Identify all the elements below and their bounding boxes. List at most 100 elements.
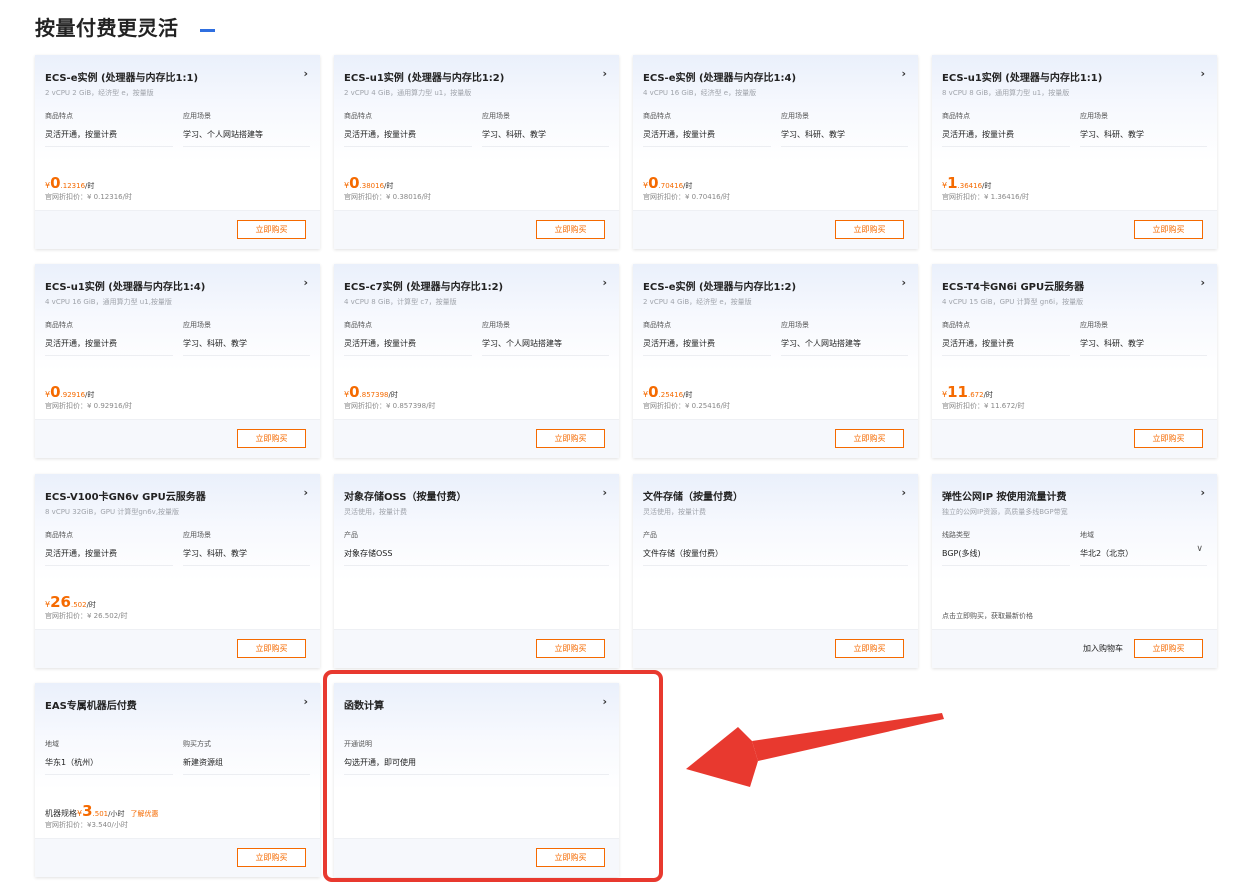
card-title: 弹性公网IP 按使用流量计费 — [942, 492, 1067, 503]
product-card[interactable]: EAS专属机器后付费 › 地域 华东1（杭州） 购买方式 新建资源组 机器规格¥3.… — [35, 683, 320, 877]
field-value: 灵活开通，按量计费 — [45, 339, 117, 348]
product-card[interactable]: ECS-u1实例 (处理器与内存比1:4) 4 vCPU 16 GiB，通用算力… — [35, 264, 320, 458]
official-price: 官网折扣价：¥ 0.25416/时 — [643, 402, 730, 410]
chevron-right-icon[interactable]: › — [602, 695, 607, 708]
buy-now-button[interactable]: 立即购买 — [237, 220, 306, 239]
chevron-right-icon[interactable]: › — [602, 486, 607, 499]
buy-now-button[interactable]: 立即购买 — [237, 429, 306, 448]
card-subtitle: 2 vCPU 4 GiB，通用算力型 u1，按量版 — [344, 89, 472, 97]
field-label: 商品特点 — [643, 321, 671, 329]
official-price: 官网折扣价：¥ 0.12316/时 — [45, 193, 132, 201]
chevron-right-icon[interactable]: › — [303, 486, 308, 499]
chevron-right-icon[interactable]: › — [602, 276, 607, 289]
product-card[interactable]: ECS-T4卡GN6i GPU云服务器 4 vCPU 15 GiB，GPU 计算… — [932, 264, 1217, 458]
field-value: 学习、个人网站搭建等 — [482, 339, 562, 348]
price: ¥11.672/时 — [942, 383, 993, 401]
field-label: 商品特点 — [344, 321, 372, 329]
buy-now-button[interactable]: 立即购买 — [1134, 639, 1203, 658]
field-label: 商品特点 — [45, 321, 73, 329]
field-label: 商品特点 — [643, 112, 671, 120]
field-value: 学习、个人网站搭建等 — [781, 339, 861, 348]
chevron-right-icon[interactable]: › — [1200, 67, 1205, 80]
field-label: 应用场景 — [1080, 112, 1108, 120]
card-subtitle: 8 vCPU 32GiB，GPU 计算型gn6v,按量版 — [45, 508, 180, 516]
card-title: 对象存储OSS（按量付费） — [344, 492, 467, 503]
region-select-value: 华北2（北京） — [1080, 549, 1134, 558]
chevron-right-icon[interactable]: › — [901, 276, 906, 289]
buy-now-button[interactable]: 立即购买 — [1134, 220, 1203, 239]
product-card[interactable]: ECS-e实例 (处理器与内存比1:1) 2 vCPU 2 GiB，经济型 e，… — [35, 55, 320, 249]
buy-now-button[interactable]: 立即购买 — [835, 220, 904, 239]
field-value: 华东1（杭州） — [45, 758, 99, 767]
chevron-right-icon[interactable]: › — [303, 695, 308, 708]
field-value: 学习、科研、教学 — [183, 549, 247, 558]
field-value: 学习、科研、教学 — [1080, 339, 1144, 348]
field-label: 购买方式 — [183, 740, 211, 748]
field-label: 商品特点 — [344, 112, 372, 120]
card-title: ECS-u1实例 (处理器与内存比1:1) — [942, 73, 1103, 84]
product-card[interactable]: ECS-e实例 (处理器与内存比1:2) 2 vCPU 4 GiB，经济型 e，… — [633, 264, 918, 458]
price: ¥26.502/时 — [45, 593, 96, 611]
field-label: 地域 — [1080, 531, 1094, 539]
product-card[interactable]: ECS-e实例 (处理器与内存比1:4) 4 vCPU 16 GiB，经济型 e… — [633, 55, 918, 249]
card-subtitle: 4 vCPU 15 GiB，GPU 计算型 gn6i，按量版 — [942, 298, 1084, 306]
buy-now-button[interactable]: 立即购买 — [237, 639, 306, 658]
card-title: ECS-e实例 (处理器与内存比1:1) — [45, 73, 199, 84]
chevron-right-icon[interactable]: › — [602, 67, 607, 80]
field-value: 灵活开通，按量计费 — [643, 130, 715, 139]
card-title: 文件存储（按量付费） — [643, 492, 743, 503]
card-subtitle: 4 vCPU 16 GiB，通用算力型 u1,按量版 — [45, 298, 172, 306]
field-label: 应用场景 — [482, 321, 510, 329]
field-value: 学习、科研、教学 — [781, 130, 845, 139]
buy-now-button[interactable]: 立即购买 — [835, 429, 904, 448]
product-card[interactable]: ECS-c7实例 (处理器与内存比1:2) 4 vCPU 8 GiB，计算型 c… — [334, 264, 619, 458]
field-label: 商品特点 — [45, 531, 73, 539]
field-label: 线路类型 — [942, 531, 970, 539]
product-card[interactable]: ECS-V100卡GN6v GPU云服务器 8 vCPU 32GiB，GPU 计… — [35, 474, 320, 668]
field-label: 商品特点 — [942, 112, 970, 120]
buy-now-button[interactable]: 立即购买 — [536, 639, 605, 658]
product-card[interactable]: 文件存储（按量付费） 灵活使用，按量计费 › 产品 文件存储（按量付费） 立即购买 — [633, 474, 918, 668]
chevron-right-icon[interactable]: › — [901, 486, 906, 499]
title-underline — [200, 29, 215, 32]
buy-now-button[interactable]: 立即购买 — [835, 639, 904, 658]
field-value: 对象存储OSS — [344, 549, 393, 558]
product-card[interactable]: 弹性公网IP 按使用流量计费 独立的公网IP资源，高质量多线BGP带宽 › 线路… — [932, 474, 1217, 668]
product-card[interactable]: 对象存储OSS（按量付费） 灵活使用，按量计费 › 产品 对象存储OSS 立即购买 — [334, 474, 619, 668]
buy-now-button[interactable]: 立即购买 — [237, 848, 306, 867]
price: ¥0.25416/时 — [643, 383, 693, 401]
field-label: 开通说明 — [344, 740, 372, 748]
product-card[interactable]: 函数计算 › 开通说明 勾选开通，即可使用 立即购买 — [334, 683, 619, 877]
buy-now-button[interactable]: 立即购买 — [536, 848, 605, 867]
official-price: 官网折扣价：¥ 1.36416/时 — [942, 193, 1029, 201]
chevron-right-icon[interactable]: › — [1200, 276, 1205, 289]
card-subtitle: 灵活使用，按量计费 — [344, 508, 407, 516]
field-value: 新建资源组 — [183, 758, 223, 767]
card-title: ECS-e实例 (处理器与内存比1:2) — [643, 282, 797, 293]
region-select[interactable]: 地域华北2（北京） ∨ — [1080, 530, 1207, 566]
buy-now-button[interactable]: 立即购买 — [536, 429, 605, 448]
price: ¥0.92916/时 — [45, 383, 95, 401]
product-card[interactable]: ECS-u1实例 (处理器与内存比1:1) 8 vCPU 8 GiB，通用算力型… — [932, 55, 1217, 249]
field-label: 应用场景 — [183, 531, 211, 539]
chevron-right-icon[interactable]: › — [901, 67, 906, 80]
buy-now-button[interactable]: 立即购买 — [1134, 429, 1203, 448]
chevron-right-icon[interactable]: › — [1200, 486, 1205, 499]
buy-now-button[interactable]: 立即购买 — [536, 220, 605, 239]
field-value: 灵活开通，按量计费 — [45, 549, 117, 558]
card-subtitle: 4 vCPU 8 GiB，计算型 c7，按量版 — [344, 298, 457, 306]
card-title: EAS专属机器后付费 — [45, 701, 137, 712]
add-to-cart-link[interactable]: 加入购物车 — [1083, 643, 1123, 654]
field-label: 产品 — [643, 531, 657, 539]
field-label: 应用场景 — [183, 321, 211, 329]
product-card[interactable]: ECS-u1实例 (处理器与内存比1:2) 2 vCPU 4 GiB，通用算力型… — [334, 55, 619, 249]
price: 机器规格¥3.501/小时 了解优惠 — [45, 802, 159, 820]
chevron-right-icon[interactable]: › — [303, 67, 308, 80]
learn-discount-link[interactable]: 了解优惠 — [130, 810, 158, 818]
chevron-down-icon: ∨ — [1196, 544, 1203, 554]
card-subtitle: 灵活使用，按量计费 — [643, 508, 706, 516]
chevron-right-icon[interactable]: › — [303, 276, 308, 289]
price: ¥0.12316/时 — [45, 174, 95, 192]
price: ¥1.36416/时 — [942, 174, 992, 192]
official-price: 官网折扣价：¥ 11.672/时 — [942, 402, 1025, 410]
